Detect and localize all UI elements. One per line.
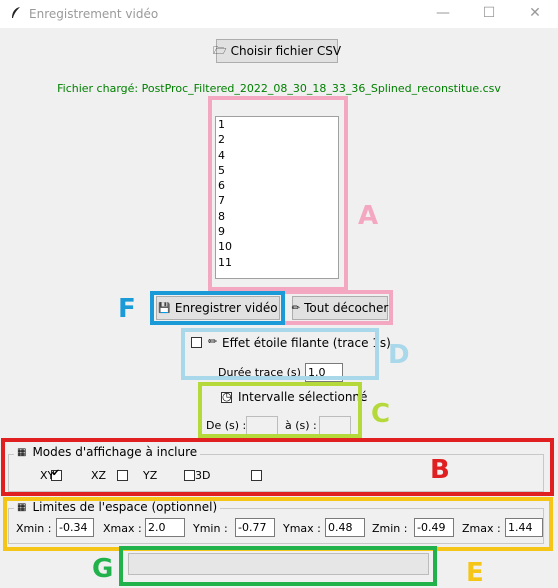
annotation-box-a-button: [281, 290, 393, 325]
annotation-letter-c: C: [371, 399, 391, 429]
annotation-box-f: [150, 291, 285, 325]
annotation-box-e: [3, 497, 553, 551]
annotation-box-g: [119, 546, 437, 586]
annotation-letter-e: E: [466, 558, 484, 588]
annotation-letter-d: D: [388, 340, 410, 370]
feather-app-icon: [12, 7, 20, 18]
annotation-box-c: [198, 382, 362, 438]
annotation-box-b: [1, 438, 554, 496]
annotation-box-a: [208, 96, 348, 291]
annotation-box-d: [181, 328, 379, 380]
annotation-letter-a: A: [358, 201, 379, 231]
maximize-button[interactable]: ☐: [466, 0, 512, 28]
window-title: Enregistrement vidéo: [29, 7, 159, 21]
annotation-letter-g: G: [92, 554, 114, 584]
folder-icon: 🗁: [212, 43, 227, 57]
file-status: Fichier chargé: PostProc_Filtered_2022_0…: [57, 82, 501, 95]
choose-csv-label: Choisir fichier CSV: [230, 44, 342, 58]
minimize-button[interactable]: —: [420, 0, 466, 28]
close-button[interactable]: ✕: [512, 0, 558, 28]
choose-csv-button[interactable]: 🗁 Choisir fichier CSV: [212, 39, 342, 63]
annotation-letter-b: B: [430, 455, 450, 485]
annotation-letter-f: F: [118, 294, 136, 324]
